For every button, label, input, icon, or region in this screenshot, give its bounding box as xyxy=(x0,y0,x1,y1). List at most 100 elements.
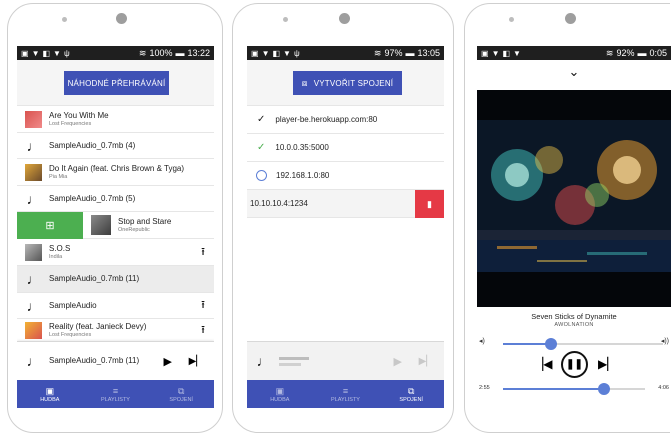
server-address: 192.168.1.0:80 xyxy=(276,170,330,180)
battery-level: 97% xyxy=(384,48,403,58)
album-art xyxy=(25,321,42,339)
music-note-icon: ♩ xyxy=(26,271,41,287)
phone-sensor xyxy=(283,17,288,22)
clock: 13:22 xyxy=(187,48,210,58)
track-title: Do It Again (feat. Chris Brown & Tyga) xyxy=(49,163,185,173)
shuffle-area: NÁHODNÉ PŘEHRÁVÁNÍ xyxy=(17,60,214,106)
seek-bar[interactable] xyxy=(503,383,645,395)
volume-slider[interactable] xyxy=(503,338,663,350)
nav-connections[interactable]: ⧉ SPOJENÍ xyxy=(378,380,444,408)
skip-next-icon[interactable]: ▶▏ xyxy=(189,356,204,367)
play-icon[interactable]: ▶ xyxy=(164,355,172,368)
phone-sensor xyxy=(509,17,514,22)
track-row[interactable]: Are You With Me Lost Frequencies xyxy=(17,106,214,133)
title-placeholder xyxy=(279,356,309,366)
skip-previous-icon[interactable]: ▕◀ xyxy=(534,357,552,371)
network-icon: ⧈ xyxy=(301,77,308,88)
nav-connections[interactable]: ⧉ SPOJENÍ xyxy=(148,380,214,408)
track-row[interactable]: S.O.S Indila ⭱ xyxy=(17,239,214,266)
connect-area: ⧈ VYTVOŘIT SPOJENÍ xyxy=(247,60,444,106)
playlist-icon: ≡ xyxy=(112,385,119,396)
music-library-icon: ▣ xyxy=(275,385,285,396)
nav-playlists-label: PLAYLISTY xyxy=(101,396,130,403)
track-title: Are You With Me xyxy=(49,110,109,120)
track-title: SampleAudio_0.7mb (4) xyxy=(49,140,136,150)
music-library-icon: ▣ xyxy=(45,385,55,396)
track-artist: Lost Frequencies xyxy=(49,120,92,127)
delete-button[interactable]: ▮ xyxy=(415,190,444,218)
wifi-icon: ≋ xyxy=(138,47,147,58)
mini-player-title: SampleAudio_0.7mb (11) xyxy=(49,356,140,365)
track-title: SampleAudio_0.7mb (11) xyxy=(49,274,140,283)
server-address: 10.10.10.4:1234 xyxy=(250,198,308,208)
battery-icon: ▬ xyxy=(175,48,185,58)
playlist-icon: ≡ xyxy=(342,385,349,396)
track-row-playing[interactable]: ♩ SampleAudio_0.7mb (11) xyxy=(17,266,214,293)
album-art xyxy=(25,243,42,261)
upload-icon[interactable]: ⭱ xyxy=(201,296,205,315)
trash-icon: ▮ xyxy=(427,198,432,209)
play-icon[interactable]: ▶ xyxy=(394,355,402,368)
track-row[interactable]: Do It Again (feat. Chris Brown & Tyga) P… xyxy=(17,159,214,186)
stage: ▣ ▼ ◧ ▼ ψ ≋ 100% ▬ 13:22 NÁHODNÉ PŘEHRÁVÁNÍ … xyxy=(0,0,672,436)
total-duration: 4:06 xyxy=(658,385,669,391)
server-address: player-be.herokuapp.com:80 xyxy=(275,114,378,124)
collapse-player-button[interactable]: ⌄ xyxy=(477,64,671,86)
album-art xyxy=(91,215,111,235)
battery-icon: ▬ xyxy=(405,48,415,58)
volume-slider-thumb[interactable] xyxy=(545,338,557,350)
track-row[interactable]: ♩ SampleAudio_0.7mb (4) xyxy=(17,133,214,159)
shuffle-play-button[interactable]: NÁHODNÉ PŘEHRÁVÁNÍ xyxy=(64,71,169,95)
nav-music-label: HUDBA xyxy=(40,396,60,403)
track-row-swiped[interactable]: ⊞ Stop and Stare OneRepublic xyxy=(17,211,214,239)
skip-next-icon[interactable]: ▶▏ xyxy=(419,356,434,367)
seek-bar-thumb[interactable] xyxy=(598,383,610,395)
volume-up-icon[interactable]: ◂)) xyxy=(661,337,669,345)
volume-down-icon[interactable]: ◂) xyxy=(479,337,485,345)
clock: 0:05 xyxy=(649,48,667,58)
create-connection-button[interactable]: ⧈ VYTVOŘIT SPOJENÍ xyxy=(293,71,402,95)
shuffle-label: NÁHODNÉ PŘEHRÁVÁNÍ xyxy=(67,78,166,88)
nav-music[interactable]: ▣ HUDBA xyxy=(247,380,313,408)
nav-music[interactable]: ▣ HUDBA xyxy=(17,380,83,408)
volume-slider-fill xyxy=(503,343,551,345)
chevron-down-icon: ⌄ xyxy=(568,64,580,79)
track-row[interactable]: ♩ SampleAudio ⭱ xyxy=(17,293,214,319)
track-row[interactable]: ♩ SampleAudio_0.7mb (5) xyxy=(17,186,214,212)
nav-playlists[interactable]: ≡ PLAYLISTY xyxy=(83,380,149,408)
play-pause-button[interactable]: ❚❚ xyxy=(561,351,588,378)
album-artwork xyxy=(477,90,671,307)
status-bar: ▣ ▼ ◧ ▼ ψ ≋ 97% ▬ 13:05 xyxy=(247,46,444,60)
phone-player: ▣ ▼ ◧ ▼ ≋ 92% ▬ 0:05 ⌄ Seven Sticks of D… xyxy=(464,3,671,433)
nav-playlists-label: PLAYLISTY xyxy=(331,396,360,403)
wifi-icon: ≋ xyxy=(605,47,614,58)
elapsed-time: 2:55 xyxy=(479,385,490,391)
add-to-playlist-button[interactable]: ⊞ xyxy=(17,211,83,239)
status-right: ≋ 97% ▬ 13:05 xyxy=(374,48,440,59)
mini-player[interactable]: ♩ SampleAudio_0.7mb (11) ▶ ▶▏ xyxy=(17,341,214,380)
track-row[interactable]: Reality (feat. Janieck Devy) Lost Freque… xyxy=(17,319,214,341)
cast-icon: ⧉ xyxy=(177,385,185,396)
battery-icon: ▬ xyxy=(637,48,647,58)
fireworks-image xyxy=(477,90,671,307)
music-note-icon: ♩ xyxy=(26,137,41,154)
track-artist: Pia Mia xyxy=(49,173,68,180)
bottom-navigation: ▣ HUDBA ≡ PLAYLISTY ⧉ SPOJENÍ xyxy=(247,380,444,408)
server-row[interactable]: 192.168.1.0:80 xyxy=(247,162,444,190)
phone-sensor xyxy=(62,17,67,22)
upload-icon[interactable]: ⭱ xyxy=(201,243,205,262)
nav-playlists[interactable]: ≡ PLAYLISTY xyxy=(313,380,379,408)
wifi-icon: ≋ xyxy=(373,47,382,58)
skip-next-icon[interactable]: ▶▏ xyxy=(598,357,616,371)
upload-icon[interactable]: ⭱ xyxy=(201,321,205,340)
clock: 13:05 xyxy=(417,48,440,58)
playback-controls: ▕◀ ❚❚ ▶▏ xyxy=(477,350,671,380)
album-art xyxy=(25,163,42,181)
server-row[interactable]: ✓ player-be.herokuapp.com:80 xyxy=(247,106,444,134)
server-row[interactable]: ✓ 10.0.0.35:5000 xyxy=(247,134,444,162)
check-icon: ✓ xyxy=(257,142,266,153)
screen-connections: ▣ ▼ ◧ ▼ ψ ≋ 97% ▬ 13:05 ⧈ VYTVOŘIT SPOJENÍ ✓… xyxy=(247,46,444,408)
server-row-swiped[interactable]: 10.10.10.4:1234 ▮ xyxy=(247,190,444,218)
playlist-add-icon: ⊞ xyxy=(45,219,55,232)
pause-icon: ❚❚ xyxy=(566,359,583,370)
